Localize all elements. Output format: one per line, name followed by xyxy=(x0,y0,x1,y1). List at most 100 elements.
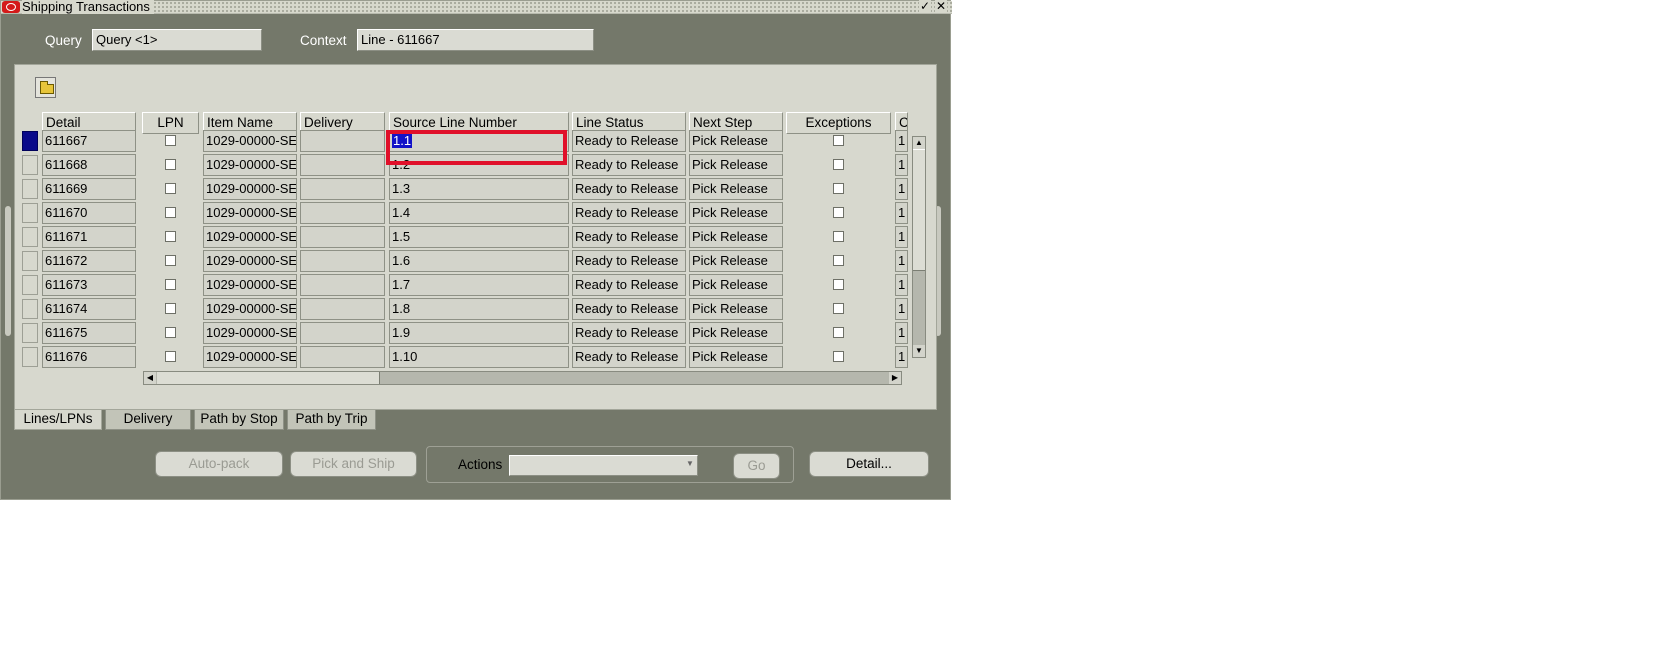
cell-delivery[interactable] xyxy=(300,298,385,320)
exceptions-checkbox[interactable] xyxy=(833,303,844,314)
tab-lines-lpns[interactable]: Lines/LPNs xyxy=(14,410,102,430)
horizontal-scroll-thumb[interactable] xyxy=(157,372,380,384)
lpn-checkbox[interactable] xyxy=(165,159,176,170)
cell-delivery[interactable] xyxy=(300,274,385,296)
cell-extra-column[interactable]: 1 xyxy=(895,274,908,296)
cell-next-step[interactable]: Pick Release xyxy=(689,226,783,248)
exceptions-checkbox[interactable] xyxy=(833,327,844,338)
lpn-checkbox[interactable] xyxy=(165,351,176,362)
cell-line-status[interactable]: Ready to Release xyxy=(572,322,686,344)
cell-line-status[interactable]: Ready to Release xyxy=(572,298,686,320)
cell-item-name[interactable]: 1029-00000-SEI xyxy=(203,202,297,224)
tab-path-by-trip[interactable]: Path by Trip xyxy=(287,410,376,430)
lpn-checkbox[interactable] xyxy=(165,303,176,314)
cell-extra-column[interactable]: 1 xyxy=(895,346,908,368)
scroll-up-arrow-icon[interactable]: ▲ xyxy=(913,137,925,149)
row-selector[interactable] xyxy=(22,131,38,151)
row-selector[interactable] xyxy=(22,155,38,175)
row-selector[interactable] xyxy=(22,227,38,247)
cell-extra-column[interactable]: 1 xyxy=(895,178,908,200)
cell-source-line-number[interactable]: 1.10 xyxy=(389,346,569,368)
row-selector[interactable] xyxy=(22,347,38,367)
scroll-right-arrow-icon[interactable]: ▶ xyxy=(889,372,901,384)
tab-path-by-stop[interactable]: Path by Stop xyxy=(194,410,284,430)
auto-pack-button[interactable]: Auto-pack xyxy=(155,451,283,477)
header-exceptions[interactable]: Exceptions xyxy=(786,112,891,134)
cell-item-name[interactable]: 1029-00000-SEI xyxy=(203,346,297,368)
cell-extra-column[interactable]: 1 xyxy=(895,202,908,224)
cell-line-status[interactable]: Ready to Release xyxy=(572,178,686,200)
vertical-scroll-thumb[interactable] xyxy=(913,149,925,271)
exceptions-checkbox[interactable] xyxy=(833,255,844,266)
cell-next-step[interactable]: Pick Release xyxy=(689,154,783,176)
cell-delivery[interactable] xyxy=(300,250,385,272)
lpn-checkbox[interactable] xyxy=(165,279,176,290)
cell-detail[interactable]: 611673 xyxy=(42,274,136,296)
cell-line-status[interactable]: Ready to Release xyxy=(572,250,686,272)
cell-item-name[interactable]: 1029-00000-SEI xyxy=(203,322,297,344)
lpn-checkbox[interactable] xyxy=(165,255,176,266)
lpn-checkbox[interactable] xyxy=(165,207,176,218)
cell-line-status[interactable]: Ready to Release xyxy=(572,130,686,152)
cell-line-status[interactable]: Ready to Release xyxy=(572,154,686,176)
vertical-scrollbar[interactable]: ▲ ▼ xyxy=(912,136,926,358)
close-icon[interactable]: ✕ xyxy=(935,0,947,13)
row-selector[interactable] xyxy=(22,299,38,319)
cell-extra-column[interactable]: 1 xyxy=(895,298,908,320)
cell-item-name[interactable]: 1029-00000-SEI xyxy=(203,178,297,200)
cell-detail[interactable]: 611672 xyxy=(42,250,136,272)
cell-detail[interactable]: 611671 xyxy=(42,226,136,248)
cell-extra-column[interactable]: 1 xyxy=(895,130,908,152)
cell-item-name[interactable]: 1029-00000-SEI xyxy=(203,130,297,152)
cell-next-step[interactable]: Pick Release xyxy=(689,298,783,320)
cell-source-line-number[interactable]: 1.5 xyxy=(389,226,569,248)
tab-delivery[interactable]: Delivery xyxy=(105,410,191,430)
title-bar[interactable]: Shipping Transactions ✓ ✕ xyxy=(1,0,952,14)
cell-detail[interactable]: 611669 xyxy=(42,178,136,200)
cell-source-line-number[interactable]: 1.4 xyxy=(389,202,569,224)
row-selector[interactable] xyxy=(22,179,38,199)
lpn-checkbox[interactable] xyxy=(165,231,176,242)
folder-button[interactable] xyxy=(35,77,56,98)
exceptions-checkbox[interactable] xyxy=(833,279,844,290)
row-selector[interactable] xyxy=(22,275,38,295)
exceptions-checkbox[interactable] xyxy=(833,207,844,218)
row-selector[interactable] xyxy=(22,323,38,343)
cell-item-name[interactable]: 1029-00000-SEI xyxy=(203,250,297,272)
cell-line-status[interactable]: Ready to Release xyxy=(572,226,686,248)
cell-delivery[interactable] xyxy=(300,130,385,152)
context-field[interactable]: Line - 611667 xyxy=(357,29,594,51)
chevron-down-icon[interactable]: ▼ xyxy=(686,459,694,468)
pin-icon[interactable]: ✓ xyxy=(919,0,931,13)
cell-delivery[interactable] xyxy=(300,346,385,368)
cell-detail[interactable]: 611668 xyxy=(42,154,136,176)
row-selector[interactable] xyxy=(22,203,38,223)
cell-extra-column[interactable]: 1 xyxy=(895,226,908,248)
cell-next-step[interactable]: Pick Release xyxy=(689,178,783,200)
query-field[interactable]: Query <1> xyxy=(92,29,262,51)
exceptions-checkbox[interactable] xyxy=(833,159,844,170)
lpn-checkbox[interactable] xyxy=(165,183,176,194)
cell-line-status[interactable]: Ready to Release xyxy=(572,346,686,368)
scroll-down-arrow-icon[interactable]: ▼ xyxy=(913,345,925,357)
cell-delivery[interactable] xyxy=(300,322,385,344)
cell-next-step[interactable]: Pick Release xyxy=(689,346,783,368)
exceptions-checkbox[interactable] xyxy=(833,135,844,146)
go-button[interactable]: Go xyxy=(733,453,780,479)
cell-detail[interactable]: 611667 xyxy=(42,130,136,152)
cell-next-step[interactable]: Pick Release xyxy=(689,322,783,344)
lpn-checkbox[interactable] xyxy=(165,327,176,338)
horizontal-scrollbar[interactable]: ◀ ▶ xyxy=(143,371,902,385)
actions-select[interactable] xyxy=(509,455,698,476)
cell-delivery[interactable] xyxy=(300,154,385,176)
cell-delivery[interactable] xyxy=(300,202,385,224)
exceptions-checkbox[interactable] xyxy=(833,183,844,194)
row-selector[interactable] xyxy=(22,251,38,271)
header-lpn[interactable]: LPN xyxy=(142,112,199,134)
cell-item-name[interactable]: 1029-00000-SEI xyxy=(203,274,297,296)
cell-detail[interactable]: 611675 xyxy=(42,322,136,344)
cell-detail[interactable]: 611676 xyxy=(42,346,136,368)
cell-source-line-number[interactable]: 1.6 xyxy=(389,250,569,272)
cell-item-name[interactable]: 1029-00000-SEI xyxy=(203,154,297,176)
cell-next-step[interactable]: Pick Release xyxy=(689,274,783,296)
